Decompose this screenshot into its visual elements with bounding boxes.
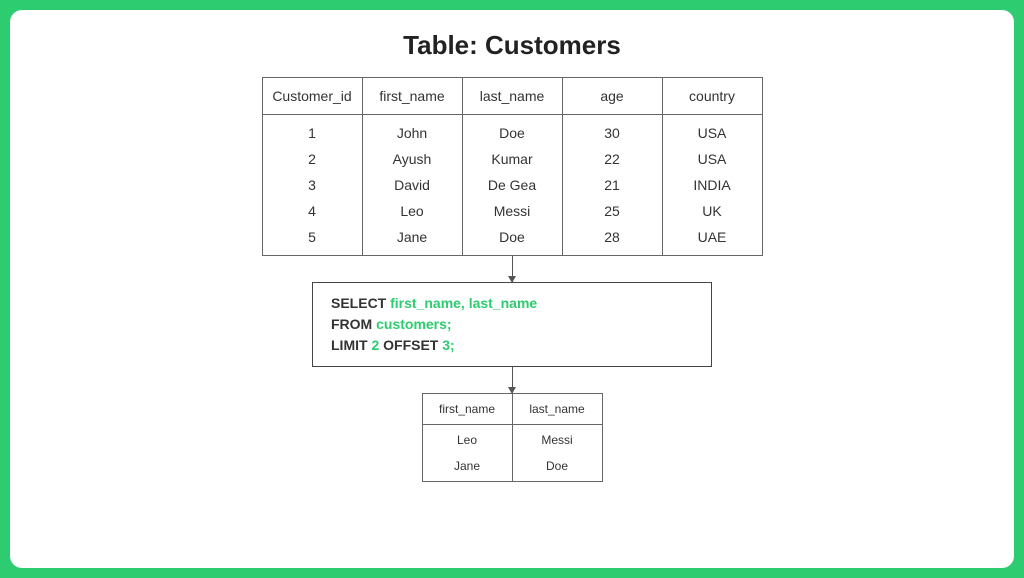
result-table: first_name last_name Leo Messi Jane Doe	[422, 393, 603, 482]
cell: David	[362, 172, 462, 198]
table-row: 1 John Doe 30 USA	[262, 115, 762, 147]
cell: Messi	[512, 425, 602, 454]
cell: 22	[562, 146, 662, 172]
cell: Leo	[422, 425, 512, 454]
sql-number: 3;	[442, 337, 454, 353]
cell: Messi	[462, 198, 562, 224]
cell: USA	[662, 146, 762, 172]
col-header: last_name	[462, 78, 562, 115]
col-header: age	[562, 78, 662, 115]
diagram-canvas: Table: Customers Customer_id first_name …	[10, 10, 1014, 568]
table-header-row: first_name last_name	[422, 394, 602, 425]
sql-value: customers;	[376, 316, 451, 332]
col-header: Customer_id	[262, 78, 362, 115]
cell: Jane	[362, 224, 462, 256]
cell: Leo	[362, 198, 462, 224]
cell: Doe	[462, 115, 562, 147]
cell: 4	[262, 198, 362, 224]
cell: USA	[662, 115, 762, 147]
cell: 5	[262, 224, 362, 256]
sql-keyword: SELECT	[331, 295, 390, 311]
col-header: first_name	[362, 78, 462, 115]
arrow-down-icon	[512, 367, 513, 393]
sql-keyword: OFFSET	[379, 337, 442, 353]
cell: Ayush	[362, 146, 462, 172]
table-row: 2 Ayush Kumar 22 USA	[262, 146, 762, 172]
cell: Kumar	[462, 146, 562, 172]
col-header: last_name	[512, 394, 602, 425]
table-row: 5 Jane Doe 28 UAE	[262, 224, 762, 256]
cell: 28	[562, 224, 662, 256]
cell: Jane	[422, 453, 512, 482]
cell: UAE	[662, 224, 762, 256]
col-header: country	[662, 78, 762, 115]
cell: 2	[262, 146, 362, 172]
customers-table: Customer_id first_name last_name age cou…	[262, 77, 763, 256]
cell: UK	[662, 198, 762, 224]
table-row: Jane Doe	[422, 453, 602, 482]
sql-keyword: LIMIT	[331, 337, 371, 353]
cell: 25	[562, 198, 662, 224]
page-title: Table: Customers	[403, 30, 621, 61]
cell: 3	[262, 172, 362, 198]
table-row: Leo Messi	[422, 425, 602, 454]
query-line: LIMIT 2 OFFSET 3;	[331, 335, 693, 356]
sql-keyword: FROM	[331, 316, 376, 332]
sql-query-box: SELECT first_name, last_name FROM custom…	[312, 282, 712, 367]
cell: Doe	[462, 224, 562, 256]
arrow-down-icon	[512, 256, 513, 282]
cell: 1	[262, 115, 362, 147]
cell: 30	[562, 115, 662, 147]
cell: 21	[562, 172, 662, 198]
cell: De Gea	[462, 172, 562, 198]
table-row: 3 David De Gea 21 INDIA	[262, 172, 762, 198]
cell: John	[362, 115, 462, 147]
table-row: 4 Leo Messi 25 UK	[262, 198, 762, 224]
sql-value: first_name, last_name	[390, 295, 537, 311]
cell: INDIA	[662, 172, 762, 198]
query-line: FROM customers;	[331, 314, 693, 335]
col-header: first_name	[422, 394, 512, 425]
table-header-row: Customer_id first_name last_name age cou…	[262, 78, 762, 115]
cell: Doe	[512, 453, 602, 482]
query-line: SELECT first_name, last_name	[331, 293, 693, 314]
